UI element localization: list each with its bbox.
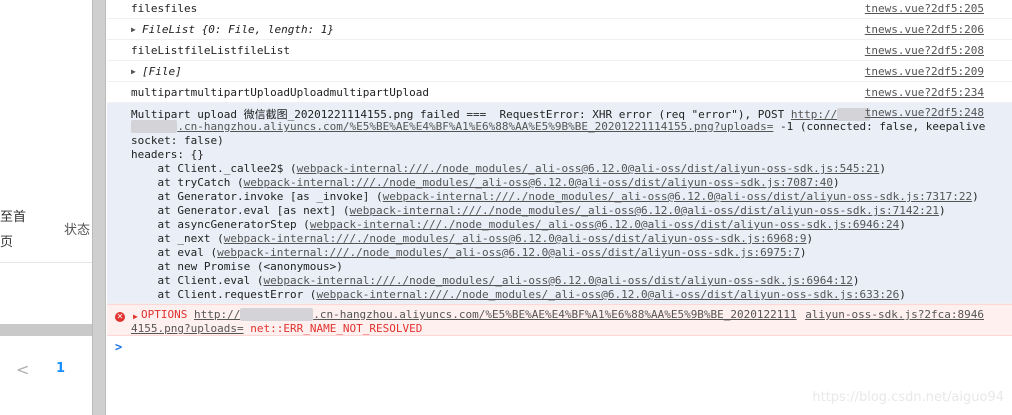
frame-text: at Generator.invoke [as _invoke] (: [131, 190, 383, 203]
log-message: fileListfileListfileList: [131, 44, 290, 57]
frame-text: ): [852, 274, 860, 287]
console-network-error-row: ✕ ▶ OPTIONS http://xxxxxxxxxxx.cn-hangzh…: [107, 304, 1012, 336]
frame-text: ): [799, 246, 807, 259]
stack-frame: at _next (webpack-internal:///./node_mod…: [131, 232, 813, 245]
frame-text: ): [899, 218, 906, 231]
stack-frame: at Client.requestError (webpack-internal…: [131, 288, 906, 301]
redacted-host: xxxxxxx: [131, 120, 178, 133]
log-message: filesfiles: [131, 2, 198, 15]
error-line-3: socket: false): [131, 134, 224, 147]
frame-text: at Generator.eval [as next] (: [131, 204, 350, 217]
table-divider: [0, 262, 92, 263]
frame-link[interactable]: webpack-internal:///./node_modules/_ali-…: [263, 274, 852, 287]
panel-resize-scrollbar[interactable]: [92, 0, 106, 415]
frame-link[interactable]: webpack-internal:///./node_modules/_ali-…: [310, 218, 899, 231]
left-app-panel: 至首 页 状态 < 1: [0, 0, 92, 415]
frame-text: ): [972, 190, 979, 203]
stack-frame: at Client.eval (webpack-internal:///./no…: [131, 274, 860, 287]
http-method: OPTIONS: [141, 308, 188, 321]
error-text: -1 (connected: false, keepalive: [773, 120, 986, 133]
request-url-link[interactable]: http://: [194, 308, 240, 321]
log-source-link[interactable]: tnews.vue?2df5:208: [865, 44, 984, 57]
frame-text: at asyncGeneratorStep (: [131, 218, 310, 231]
frame-text: ): [806, 232, 814, 245]
frame-text: at _next (: [131, 232, 224, 245]
stack-frame: at tryCatch (webpack-internal:///./node_…: [131, 176, 840, 189]
pagination-prev-button[interactable]: <: [16, 360, 29, 379]
console-log-row: ▶ FileList {0: File, length: 1} tnews.vu…: [107, 19, 1012, 40]
frame-text: at Client.eval (: [131, 274, 264, 287]
frame-link[interactable]: webpack-internal:///./node_modules/_ali-…: [217, 246, 800, 259]
expand-triangle-icon[interactable]: ▶: [131, 25, 136, 34]
stack-frame: at Client._callee2$ (webpack-internal://…: [131, 162, 886, 175]
log-source-link[interactable]: tnews.vue?2df5:205: [865, 2, 984, 15]
stack-frame: at Generator.eval [as next] (webpack-int…: [131, 204, 946, 217]
redacted-host: xxxxxxxxxxx: [240, 308, 314, 321]
log-source-link[interactable]: tnews.vue?2df5:209: [865, 65, 984, 78]
expand-triangle-icon[interactable]: ▶: [133, 312, 138, 321]
frame-text: at Client._callee2$ (: [131, 162, 297, 175]
frame-link[interactable]: webpack-internal:///./node_modules/_ali-…: [224, 232, 807, 245]
frame-link[interactable]: webpack-internal:///./node_modules/_ali-…: [383, 190, 972, 203]
log-message: multipartmultipartUploadUploadmultipartU…: [131, 86, 430, 99]
expand-triangle-icon[interactable]: ▶: [131, 67, 136, 76]
log-source-link[interactable]: aliyun-oss-sdk.js?2fca:8946: [805, 308, 984, 321]
column-header-page-fragment: 页: [0, 235, 14, 250]
stack-frame: at asyncGeneratorStep (webpack-internal:…: [131, 218, 906, 231]
console-log-row: filesfiles tnews.vue?2df5:205: [107, 0, 1012, 19]
pagination-page-1[interactable]: 1: [56, 361, 65, 376]
options-error-line-2: 4155.png?uploads= net::ERR_NAME_NOT_RESO…: [131, 322, 422, 335]
frame-text: ): [938, 204, 946, 217]
frame-link[interactable]: webpack-internal:///./node_modules/_ali-…: [244, 176, 833, 189]
network-error-message: net::ERR_NAME_NOT_RESOLVED: [250, 322, 423, 335]
options-error-line-1: OPTIONS http://xxxxxxxxxxx.cn-hangzhou.a…: [141, 308, 797, 321]
frame-text: at tryCatch (: [131, 176, 244, 189]
log-source-link[interactable]: tnews.vue?2df5:206: [865, 23, 984, 36]
console-error-block: Multipart upload 微信截图_20201221114155.png…: [107, 103, 1012, 304]
post-url-link[interactable]: .cn-hangzhou.aliyuncs.com/%E5%BE%AE%E4%B…: [177, 120, 773, 133]
error-line-2: xxxxxxx.cn-hangzhou.aliyuncs.com/%E5%BE%…: [131, 120, 985, 133]
devtools-console: filesfiles tnews.vue?2df5:205 ▶ FileList…: [107, 0, 1012, 415]
horizontal-scrollbar[interactable]: [0, 324, 92, 336]
frame-text: at eval (: [131, 246, 218, 259]
log-source-link[interactable]: tnews.vue?2df5:248: [865, 106, 984, 119]
frame-text: ): [879, 162, 886, 175]
column-header-status: 状态: [64, 223, 91, 238]
console-log-row: multipartmultipartUploadUploadmultipartU…: [107, 82, 1012, 103]
request-url-link[interactable]: 4155.png?uploads=: [131, 322, 244, 335]
stack-frame: at Generator.invoke [as _invoke] (webpac…: [131, 190, 979, 203]
stack-frame: at new Promise (<anonymous>): [131, 260, 343, 273]
request-url-link[interactable]: .cn-hangzhou.aliyuncs.com/%E5%BE%AE%E4%B…: [313, 308, 796, 321]
frame-link[interactable]: webpack-internal:///./node_modules/_ali-…: [316, 288, 899, 301]
stack-frame: at eval (webpack-internal:///./node_modu…: [131, 246, 807, 259]
error-line-4: headers: {}: [131, 148, 204, 161]
console-prompt-icon[interactable]: >: [115, 340, 122, 354]
frame-text: ): [833, 176, 840, 189]
error-circle-icon: ✕: [115, 312, 125, 322]
log-message[interactable]: [File]: [142, 65, 182, 78]
frame-text: at Client.requestError (: [131, 288, 317, 301]
console-log-row: ▶ [File] tnews.vue?2df5:209: [107, 61, 1012, 82]
column-header-top-fragment: 至首: [0, 210, 27, 225]
log-source-link[interactable]: tnews.vue?2df5:234: [865, 86, 984, 99]
frame-text: at new Promise (<anonymous>): [131, 260, 343, 273]
log-message[interactable]: FileList {0: File, length: 1}: [142, 23, 334, 36]
console-log-row: fileListfileListfileList tnews.vue?2df5:…: [107, 40, 1012, 61]
frame-text: ): [899, 288, 906, 301]
watermark-text: https://blog.csdn.net/aiguo94: [812, 390, 1004, 405]
frame-link[interactable]: webpack-internal:///./node_modules/_ali-…: [297, 162, 880, 175]
frame-link[interactable]: webpack-internal:///./node_modules/_ali-…: [350, 204, 939, 217]
